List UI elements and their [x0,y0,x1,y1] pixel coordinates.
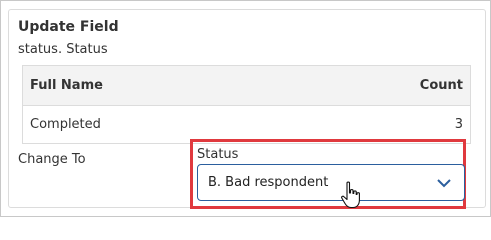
table-cell-count: 3 [454,117,463,132]
status-select[interactable]: B. Bad respondent [197,164,465,201]
column-header-full-name: Full Name [30,78,103,93]
status-select-value: B. Bad respondent [208,175,329,190]
column-header-count: Count [419,78,463,93]
status-field-label: Status [197,147,239,162]
summary-table: Full Name Count Completed 3 [22,65,471,144]
panel-title: Update Field [18,19,119,35]
field-subtitle: status. Status [18,42,108,57]
table-cell-full-name: Completed [30,117,101,132]
table-header-row: Full Name Count [23,66,470,106]
table-row: Completed 3 [23,106,470,143]
hand-cursor-icon [341,181,360,209]
chevron-down-icon[interactable] [436,177,452,189]
change-to-label: Change To [18,152,86,167]
